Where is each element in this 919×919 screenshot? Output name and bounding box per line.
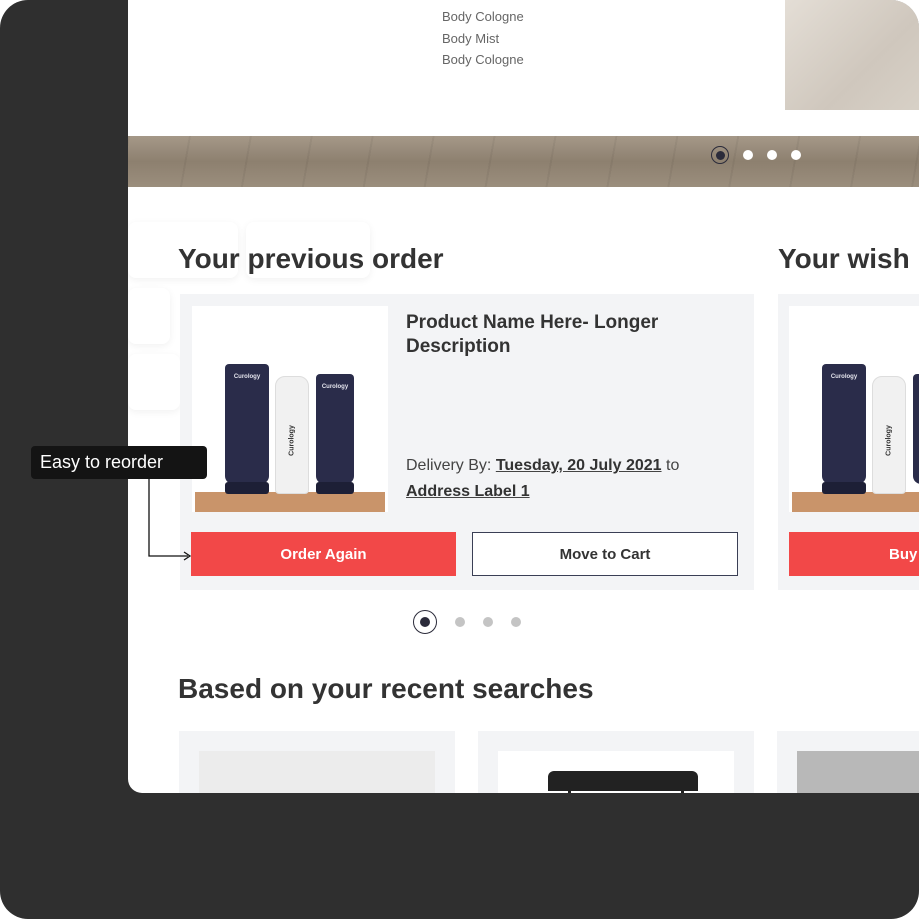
product-brand-text: Curology — [321, 384, 349, 390]
hero-category-item[interactable]: Body Mist — [442, 28, 524, 50]
device-frame: Body Cologne Body Mist Body Cologne Your… — [0, 0, 919, 919]
tube-cap — [822, 482, 866, 494]
annotation-arrow — [148, 479, 192, 561]
product-tube: Curology — [316, 374, 354, 494]
product-brand-text: Curology — [233, 374, 261, 380]
carousel-dot[interactable] — [483, 617, 493, 627]
product-tube — [913, 374, 919, 484]
carousel-dot[interactable] — [767, 150, 777, 160]
product-brand-text: Curology — [288, 425, 296, 456]
hero-category-item[interactable]: Body Cologne — [442, 49, 524, 71]
tube-cap — [316, 482, 354, 494]
carousel-dot[interactable] — [791, 150, 801, 160]
product-name[interactable]: Product Name Here- Longer Description — [406, 311, 736, 359]
tube-cap — [225, 482, 269, 494]
carousel-dot-active[interactable] — [711, 146, 729, 164]
product-image[interactable]: Curology Curology Curology — [192, 306, 388, 512]
carousel-dot-active[interactable] — [413, 610, 437, 634]
hero-image — [785, 0, 919, 110]
previous-order-card: Curology Curology Curology Product Name … — [180, 294, 754, 590]
buy-button[interactable]: Buy — [789, 532, 919, 576]
previous-order-title: Your previous order — [178, 243, 444, 274]
delivery-prefix: Delivery By: — [406, 457, 492, 474]
wishlist-title: Your wish — [778, 243, 910, 274]
ghost-card — [128, 354, 180, 410]
hero-carousel-dots — [711, 146, 801, 164]
carousel-dot[interactable] — [511, 617, 521, 627]
hero-category-list: Body Cologne Body Mist Body Cologne — [442, 6, 524, 71]
product-brand-text: Curology — [830, 374, 858, 380]
carousel-dot[interactable] — [455, 617, 465, 627]
delivery-info: Delivery By: Tuesday, 20 July 2021 to Ad… — [406, 453, 736, 505]
delivery-date[interactable]: Tuesday, 20 July 2021 — [496, 457, 662, 474]
recent-search-card[interactable] — [478, 731, 754, 793]
annotation-tooltip: Easy to reorder — [31, 446, 207, 479]
recent-search-image — [797, 751, 919, 793]
ghost-card — [128, 288, 170, 344]
order-again-button[interactable]: Order Again — [191, 532, 456, 576]
product-box — [195, 492, 385, 512]
hero-category-item[interactable]: Body Cologne — [442, 6, 524, 28]
recent-search-image — [498, 751, 734, 793]
product-brand-text: Curology — [885, 425, 893, 456]
move-to-cart-button[interactable]: Move to Cart — [472, 532, 738, 576]
previous-order-carousel-dots — [413, 610, 521, 634]
product-image[interactable]: Curology Curology — [789, 306, 919, 512]
product-bottle: Curology — [275, 376, 309, 494]
address-label[interactable]: Address Label 1 — [406, 483, 530, 500]
recent-search-card[interactable] — [179, 731, 455, 793]
product-box — [792, 492, 919, 512]
recent-searches-title: Based on your recent searches — [178, 673, 594, 704]
wishlist-card: Curology Curology Buy — [778, 294, 919, 590]
delivery-to: to — [666, 457, 680, 474]
product-bottle: Curology — [872, 376, 906, 494]
recent-search-card[interactable] — [777, 731, 919, 793]
product-handle — [568, 787, 684, 793]
carousel-dot[interactable] — [743, 150, 753, 160]
product-tube: Curology — [225, 364, 269, 494]
product-tube: Curology — [822, 364, 866, 494]
app-screen: Body Cologne Body Mist Body Cologne Your… — [128, 0, 919, 793]
recent-search-image — [199, 751, 435, 793]
